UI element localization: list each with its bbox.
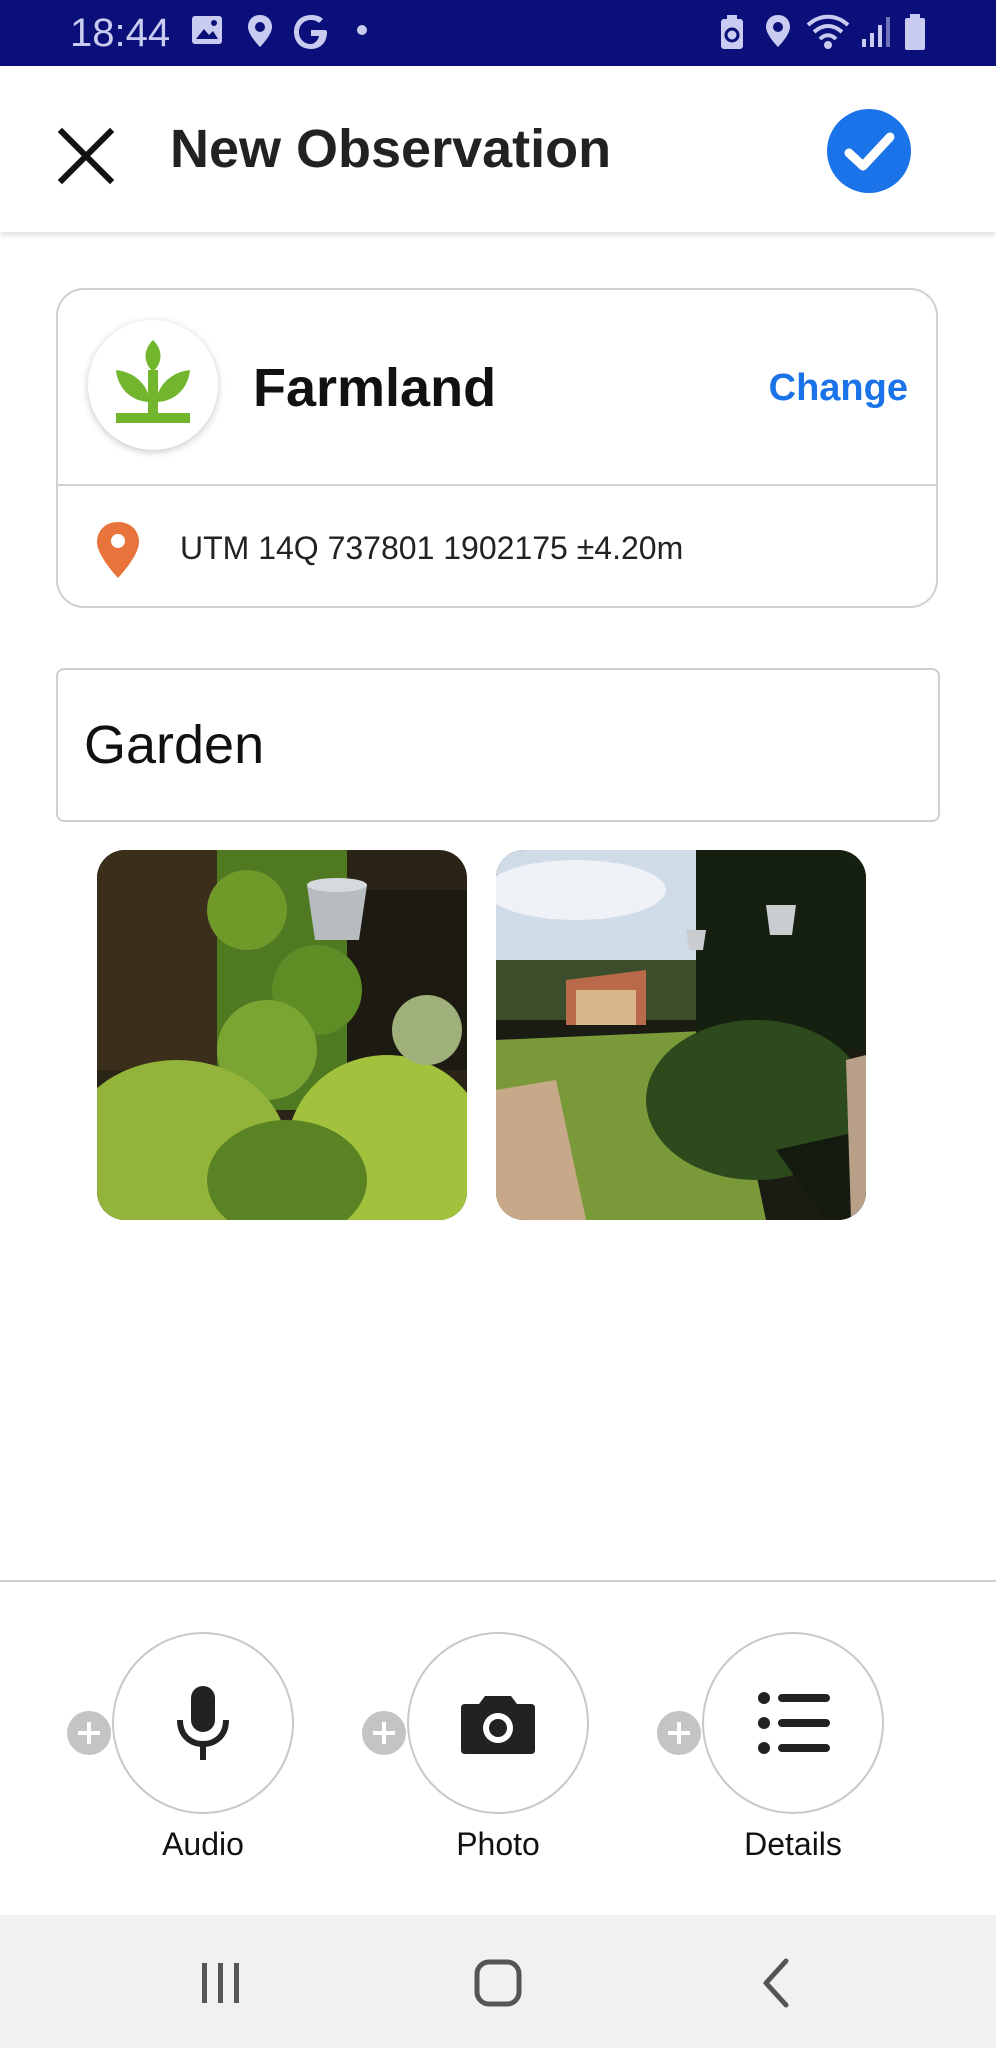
action-label: Audio — [162, 1826, 244, 1862]
location-pin-icon — [248, 15, 272, 47]
wifi-icon — [806, 14, 850, 49]
add-photo-button[interactable]: Photo — [362, 1630, 593, 1870]
signal-icon — [862, 17, 890, 47]
camera-icon — [461, 1696, 535, 1754]
plus-icon — [67, 1711, 111, 1755]
action-label: Details — [744, 1826, 842, 1862]
list-icon — [758, 1692, 830, 1754]
close-icon[interactable] — [50, 120, 122, 192]
sprout-icon — [116, 340, 190, 423]
image-icon — [192, 16, 222, 44]
page-title: New Observation — [170, 119, 612, 179]
location-pin-icon — [97, 522, 139, 578]
app-bar: New Observation — [0, 66, 996, 232]
notes-input[interactable] — [56, 668, 940, 822]
save-button[interactable] — [827, 109, 911, 193]
back-icon[interactable] — [748, 1955, 808, 2011]
plus-icon — [657, 1711, 701, 1755]
plus-icon — [362, 1711, 406, 1755]
status-bar: 18:44 — [0, 0, 996, 66]
battery-icon — [905, 14, 925, 50]
system-nav-bar — [0, 1915, 996, 2048]
add-details-button[interactable]: Details — [657, 1630, 888, 1870]
preset-icon — [88, 320, 218, 450]
location-coordinates: UTM 14Q 737801 1902175 ±4.20m — [180, 530, 684, 566]
location-pin-icon — [766, 15, 790, 47]
photo-thumbnail[interactable] — [496, 850, 866, 1220]
microphone-icon — [177, 1686, 229, 1760]
preset-name: Farmland — [253, 358, 497, 418]
check-icon — [844, 132, 895, 171]
status-time: 18:44 — [70, 11, 171, 55]
dot-icon — [357, 25, 367, 35]
card-divider — [58, 484, 936, 486]
recents-icon[interactable] — [190, 1955, 250, 2011]
home-icon[interactable] — [468, 1955, 528, 2011]
data-saver-icon — [721, 15, 743, 49]
action-label: Photo — [456, 1826, 540, 1862]
photo-thumbnail[interactable] — [97, 850, 467, 1220]
google-g-icon — [294, 15, 327, 49]
add-audio-button[interactable]: Audio — [67, 1630, 298, 1870]
change-preset-button[interactable]: Change — [769, 364, 908, 412]
bottom-divider — [0, 1580, 996, 1582]
preset-card: Farmland Change UTM 14Q 737801 1902175 ±… — [56, 288, 938, 608]
